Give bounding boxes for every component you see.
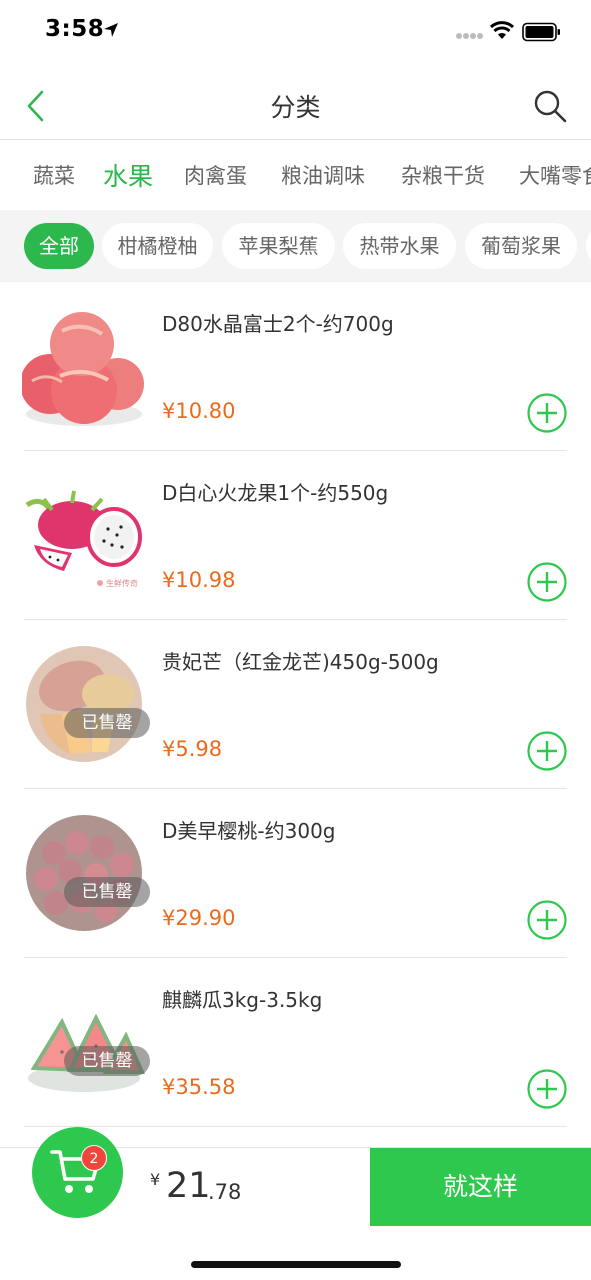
divider: [24, 1126, 567, 1127]
product-price: ¥10.80: [162, 399, 236, 423]
wifi-icon: [489, 21, 515, 39]
product-price: ¥10.98: [162, 568, 236, 592]
cart-count-badge: 2: [81, 1145, 107, 1171]
product-price: ¥5.98: [162, 737, 223, 761]
sold-out-badge: 已售罄: [64, 877, 150, 907]
home-indicator: [191, 1261, 401, 1268]
product-item[interactable]: 生鲜传奇 D白心火龙果1个-约550g ¥10.98: [0, 451, 591, 620]
status-bar: 3:58: [0, 0, 591, 64]
chip-more[interactable]: [586, 223, 591, 269]
tab-snacks[interactable]: 大嘴零食: [519, 160, 591, 190]
checkout-button[interactable]: 就这样: [370, 1148, 591, 1226]
search-icon[interactable]: [532, 88, 568, 124]
signal-icon: [456, 33, 483, 39]
product-price: ¥35.58: [162, 1075, 236, 1099]
product-name: D美早樱桃-约300g: [162, 819, 336, 843]
product-price: ¥29.90: [162, 906, 236, 930]
product-name: 麒麟瓜3kg-3.5kg: [162, 988, 323, 1012]
add-to-cart-icon[interactable]: [527, 731, 567, 771]
apple-image: [22, 312, 144, 426]
add-to-cart-icon[interactable]: [527, 1069, 567, 1109]
mango-image: 已售罄: [22, 634, 150, 768]
cart-button[interactable]: [32, 1127, 123, 1218]
total-amount-integer: 21: [166, 1166, 211, 1206]
page-title: 分类: [270, 93, 321, 122]
status-time: 3:58: [45, 16, 105, 42]
add-to-cart-icon[interactable]: [527, 900, 567, 940]
sold-out-overlay: [22, 634, 146, 768]
sold-out-overlay: [22, 972, 146, 1106]
tab-grain-oil[interactable]: 粮油调味: [281, 160, 365, 190]
product-item[interactable]: 已售罄 贵妃芒（红金龙芒)450g-500g ¥5.98: [0, 620, 591, 789]
product-item[interactable]: D80水晶富士2个-约700g ¥10.80: [0, 282, 591, 451]
chip-apple-pear-banana[interactable]: 苹果梨蕉: [222, 223, 335, 269]
chip-grape-berry[interactable]: 葡萄浆果: [465, 223, 577, 269]
subcategory-chips: 全部 柑橘橙柚 苹果梨蕉 热带水果 葡萄浆果: [0, 210, 591, 282]
total-amount-decimal: .78: [208, 1180, 242, 1204]
product-name: D80水晶富士2个-约700g: [162, 312, 394, 336]
cherry-image: 已售罄: [22, 803, 150, 937]
dragon-fruit-image: 生鲜传奇: [25, 490, 142, 588]
sold-out-overlay: [22, 803, 146, 937]
product-item[interactable]: 已售罄 麒麟瓜3kg-3.5kg ¥35.58: [0, 958, 591, 1127]
location-arrow-icon: [104, 23, 118, 37]
brand-watermark: 生鲜传奇: [106, 578, 138, 588]
product-name: D白心火龙果1个-约550g: [162, 481, 389, 505]
category-tabs: 蔬菜 水果 肉禽蛋 粮油调味 杂粮干货 大嘴零食: [0, 140, 591, 210]
sold-out-badge: 已售罄: [64, 1046, 150, 1076]
chip-tropical[interactable]: 热带水果: [343, 223, 456, 269]
product-item[interactable]: 已售罄 D美早樱桃-约300g ¥29.90: [0, 789, 591, 958]
tab-vegetables[interactable]: 蔬菜: [33, 160, 75, 190]
tab-fruit[interactable]: 水果: [103, 157, 153, 193]
add-to-cart-icon[interactable]: [527, 562, 567, 602]
total-currency: ¥: [150, 1170, 161, 1189]
sold-out-badge: 已售罄: [64, 708, 150, 738]
chip-all[interactable]: 全部: [24, 223, 94, 269]
nav-bar: 分类: [0, 70, 591, 140]
product-name: 贵妃芒（红金龙芒)450g-500g: [162, 650, 439, 674]
add-to-cart-icon[interactable]: [527, 393, 567, 433]
chip-citrus[interactable]: 柑橘橙柚: [102, 223, 213, 269]
tab-meat-eggs[interactable]: 肉禽蛋: [184, 160, 247, 190]
tab-dried-goods[interactable]: 杂粮干货: [401, 160, 485, 190]
watermelon-image: 已售罄: [22, 972, 150, 1106]
battery-icon: [522, 22, 560, 42]
